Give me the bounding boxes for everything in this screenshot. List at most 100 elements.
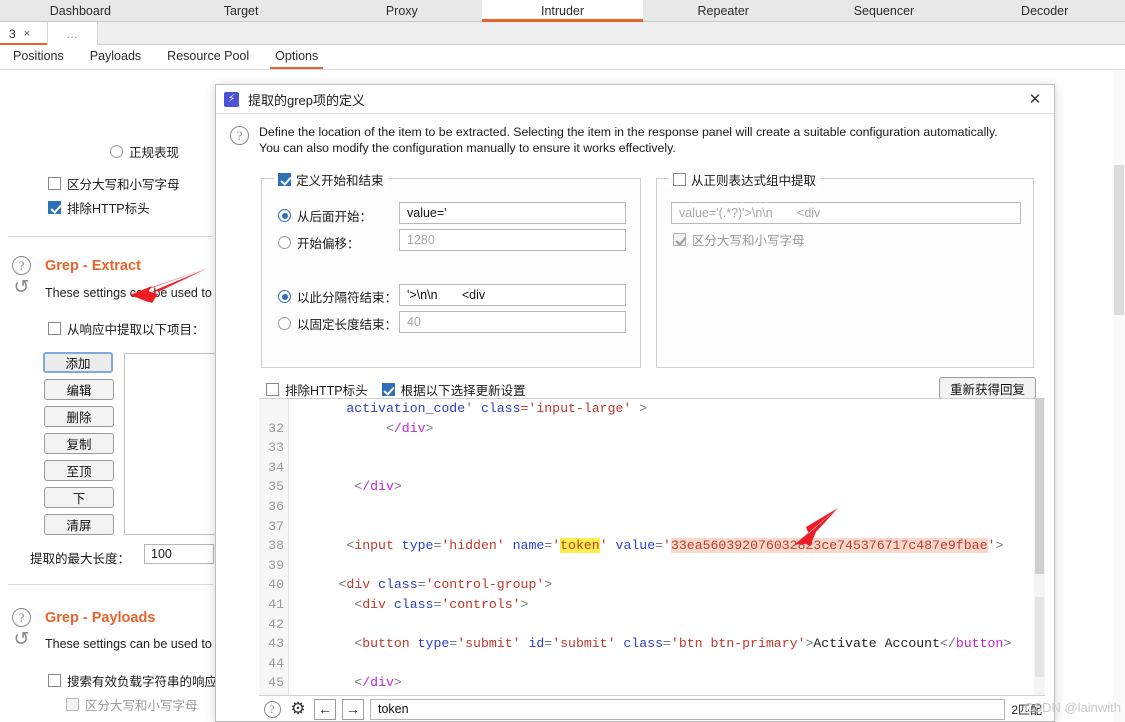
clear-button[interactable]: 清屏 bbox=[44, 514, 114, 535]
regex-radio-row[interactable]: 正规表现 bbox=[110, 142, 179, 161]
scrollbar-thumb[interactable] bbox=[1035, 399, 1044, 574]
extract-from-regex-legend[interactable]: 从正则表达式组中提取 bbox=[669, 170, 821, 189]
code-line[interactable] bbox=[291, 438, 1031, 458]
attack-tab-overflow[interactable]: … bbox=[48, 22, 98, 45]
start-after-input[interactable]: value=' bbox=[399, 202, 626, 224]
search-next-button[interactable]: → bbox=[342, 698, 364, 720]
button-label: 至顶 bbox=[66, 465, 92, 479]
close-icon[interactable]: ✕ bbox=[1024, 88, 1046, 110]
extract-from-regex-group: 从正则表达式组中提取 value='(.*?)'>\n\n <div 区分大写和… bbox=[656, 170, 1034, 368]
code-token: > bbox=[995, 538, 1004, 554]
radio-icon[interactable] bbox=[278, 236, 291, 249]
radio-icon[interactable] bbox=[110, 145, 123, 158]
main-tab-dashboard[interactable]: Dashboard bbox=[0, 0, 161, 22]
duplicate-button[interactable]: 复制 bbox=[44, 433, 114, 454]
checkbox-icon[interactable] bbox=[48, 201, 61, 214]
end-at-delimiter-input[interactable]: '>\n\n <div bbox=[399, 284, 626, 306]
code-line[interactable]: activation_code' class='input-large' > bbox=[291, 399, 1031, 419]
toolbar-exclude-http-headers-row[interactable]: 排除HTTP标头 bbox=[266, 380, 368, 399]
end-at-fixed-length-row[interactable]: 以固定长度结束： bbox=[278, 314, 397, 333]
checkbox-icon[interactable] bbox=[48, 322, 61, 335]
search-input[interactable]: token bbox=[370, 698, 1006, 720]
regex-pattern-input[interactable]: value='(.*?)'>\n\n <div bbox=[671, 202, 1021, 224]
help-icon[interactable]: ? bbox=[230, 126, 249, 145]
delete-button[interactable]: 删除 bbox=[44, 406, 114, 427]
radio-icon[interactable] bbox=[278, 290, 291, 303]
code-token: > bbox=[393, 479, 402, 495]
max-length-input[interactable]: 100 bbox=[144, 544, 214, 564]
line-number: 43 bbox=[268, 636, 284, 652]
code-line[interactable] bbox=[291, 458, 1031, 478]
edit-button[interactable]: 编辑 bbox=[44, 379, 114, 400]
code-token: > bbox=[631, 401, 648, 416]
scrollbar-thumb[interactable] bbox=[1114, 165, 1124, 315]
move-top-button[interactable]: 至顶 bbox=[44, 460, 114, 481]
checkbox-icon[interactable] bbox=[66, 698, 79, 711]
help-icon[interactable]: ? bbox=[262, 699, 282, 719]
end-at-fixed-length-input[interactable]: 40 bbox=[399, 311, 626, 333]
code-token: < bbox=[291, 420, 394, 436]
checkbox-icon[interactable] bbox=[278, 173, 291, 186]
toolbar-update-settings-row[interactable]: 根据以下选择更新设置 bbox=[381, 380, 526, 399]
response-code-viewer[interactable]: 32 33 34 35 36 37 38 39 40 41 42 43 44 45 activation_… bbox=[259, 398, 1045, 696]
reset-icon[interactable]: ↺ bbox=[12, 278, 31, 297]
case-sensitive-row[interactable]: 区分大写和小写字母 bbox=[48, 174, 180, 193]
main-tab-sequencer[interactable]: Sequencer bbox=[804, 0, 965, 22]
define-start-end-legend[interactable]: 定义开始和结束 bbox=[274, 170, 388, 189]
search-payload-strings-row[interactable]: 搜索有效负载字符串的响应 bbox=[48, 671, 217, 690]
checkbox-icon[interactable] bbox=[381, 383, 395, 396]
code-token: 'submit' bbox=[552, 636, 616, 652]
code-line[interactable] bbox=[291, 497, 1031, 517]
code-line[interactable] bbox=[291, 556, 1031, 576]
main-tab-intruder[interactable]: Intruder bbox=[482, 0, 643, 22]
tab-payloads[interactable]: Payloads bbox=[77, 47, 154, 69]
close-icon[interactable]: × bbox=[24, 28, 30, 40]
search-prev-button[interactable]: ← bbox=[314, 698, 336, 720]
add-button[interactable]: 添加 bbox=[43, 352, 113, 373]
code-line[interactable]: </div> bbox=[291, 477, 1031, 497]
tab-options[interactable]: Options bbox=[262, 47, 331, 69]
code-line[interactable]: <button type='submit' id='submit' class=… bbox=[291, 634, 1031, 654]
attack-tab-3[interactable]: 3 × bbox=[0, 22, 48, 45]
help-icon[interactable]: ? bbox=[12, 256, 31, 275]
tab-resource-pool[interactable]: Resource Pool bbox=[154, 47, 262, 69]
checkbox-icon[interactable] bbox=[673, 233, 686, 246]
start-after-row[interactable]: 从后面开始： bbox=[278, 206, 372, 225]
radio-icon[interactable] bbox=[278, 317, 291, 330]
code-line[interactable] bbox=[291, 615, 1031, 635]
code-scrollbar[interactable] bbox=[1034, 399, 1045, 695]
code-line[interactable] bbox=[291, 517, 1031, 537]
code-line[interactable] bbox=[291, 654, 1031, 674]
main-tab-target[interactable]: Target bbox=[161, 0, 322, 22]
code-line[interactable]: </div> bbox=[291, 419, 1031, 439]
extract-items-row[interactable]: 从响应中提取以下项目： bbox=[48, 319, 205, 338]
start-offset-row[interactable]: 开始偏移： bbox=[278, 233, 360, 252]
main-tab-decoder[interactable]: Decoder bbox=[964, 0, 1125, 22]
help-icon[interactable]: ? bbox=[12, 608, 31, 627]
move-down-button[interactable]: 下 bbox=[44, 487, 114, 508]
tab-positions[interactable]: Positions bbox=[0, 47, 77, 69]
reset-icon[interactable]: ↺ bbox=[12, 630, 31, 649]
window-scrollbar[interactable] bbox=[1113, 70, 1125, 722]
checkbox-icon[interactable] bbox=[266, 383, 279, 396]
checkbox-icon[interactable] bbox=[48, 674, 61, 687]
code-content[interactable]: activation_code' class='input-large' > <… bbox=[291, 399, 1031, 693]
code-line[interactable]: </div> bbox=[291, 673, 1031, 693]
regex-case-sensitive-row[interactable]: 区分大写和小写字母 bbox=[673, 230, 805, 249]
main-tab-repeater[interactable]: Repeater bbox=[643, 0, 804, 22]
code-line[interactable]: <input type='hidden' name='token' value=… bbox=[291, 536, 1031, 556]
grep-payloads-title: Grep - Payloads bbox=[45, 610, 156, 626]
gear-icon[interactable]: ⚙ bbox=[288, 699, 308, 719]
code-line[interactable]: <div class='controls'> bbox=[291, 595, 1031, 615]
payload-case-sensitive-row[interactable]: 区分大写和小写字母 bbox=[66, 695, 198, 714]
start-offset-input[interactable]: 1280 bbox=[399, 229, 626, 251]
legend-label: 定义开始和结束 bbox=[296, 174, 384, 188]
refetch-response-button[interactable]: 重新获得回复 bbox=[938, 377, 1036, 399]
checkbox-icon[interactable] bbox=[673, 173, 686, 186]
end-at-delimiter-row[interactable]: 以此分隔符结束： bbox=[278, 287, 397, 306]
code-line[interactable]: <div class='control-group'> bbox=[291, 575, 1031, 595]
radio-icon[interactable] bbox=[278, 209, 291, 222]
checkbox-icon[interactable] bbox=[48, 177, 61, 190]
main-tab-proxy[interactable]: Proxy bbox=[321, 0, 482, 22]
exclude-http-headers-row[interactable]: 排除HTTP标头 bbox=[48, 198, 150, 217]
